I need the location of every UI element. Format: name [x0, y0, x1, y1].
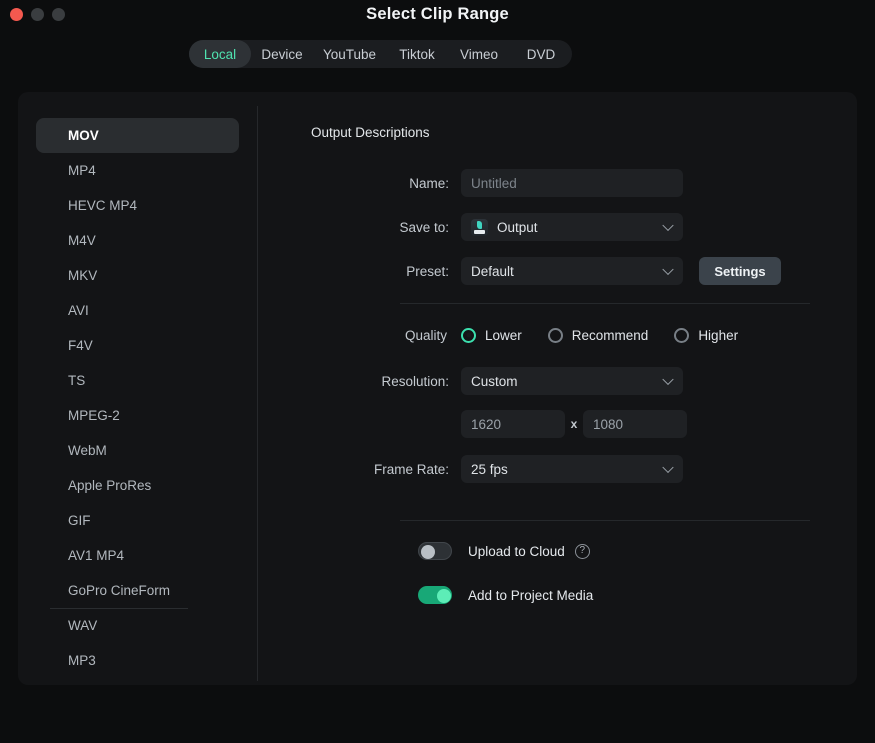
sidebar-item-mov[interactable]: MOV [36, 118, 239, 153]
form-divider-bottom [400, 520, 810, 521]
title-bar: Select Clip Range [0, 0, 875, 30]
sidebar-item-wav[interactable]: WAV [36, 608, 239, 643]
sidebar-item-webm[interactable]: WebM [36, 433, 239, 468]
sidebar-item-gopro-cineform[interactable]: GoPro CineForm [36, 573, 239, 608]
quality-option-lower[interactable]: Lower [461, 327, 522, 343]
width-input[interactable]: 1620 [461, 410, 565, 438]
save-to-label: Save to: [399, 219, 449, 235]
add-to-project-media-label: Add to Project Media [468, 587, 594, 603]
sidebar-item-mp3[interactable]: MP3 [36, 643, 239, 678]
radio-unselected-icon [547, 327, 563, 343]
quality-option-higher[interactable]: Higher [674, 327, 739, 343]
frame-rate-value: 25 fps [471, 461, 508, 477]
quality-option-lower-label: Lower [485, 327, 522, 343]
save-to-select[interactable]: Output [461, 213, 683, 241]
chevron-down-icon [662, 461, 674, 474]
export-dialog-window: Select Clip Range Local Device YouTube T… [0, 0, 875, 743]
settings-button[interactable]: Settings [699, 257, 781, 285]
footer-bar: Enable hardware acceleration for video e… [0, 685, 875, 743]
add-to-project-media-toggle[interactable] [418, 586, 452, 604]
sidebar-item-m4v[interactable]: M4V [36, 223, 239, 258]
chevron-down-icon [662, 263, 674, 276]
radio-selected-icon [461, 327, 476, 343]
tab-dvd[interactable]: DVD [510, 40, 572, 68]
quality-option-recommend-label: Recommend [571, 327, 649, 343]
sidebar-item-hevc-mp4[interactable]: HEVC MP4 [36, 188, 239, 223]
sidebar-item-mpeg-2[interactable]: MPEG-2 [36, 398, 239, 433]
tab-local[interactable]: Local [189, 40, 251, 68]
quality-label: Quality [404, 327, 447, 343]
preset-select[interactable]: Default [461, 257, 683, 285]
format-list-sidebar: MOV MP4 HEVC MP4 M4V MKV AVI F4V TS MPEG… [18, 92, 257, 685]
toggle-knob [437, 589, 451, 603]
source-tab-bar: Local Device YouTube Tiktok Vimeo DVD [189, 40, 573, 68]
upload-to-cloud-label: Upload to Cloud [468, 543, 565, 559]
frame-rate-row: Frame Rate: 25 fps [257, 454, 857, 484]
frame-rate-select[interactable]: 25 fps [461, 455, 683, 483]
sidebar-item-mp4[interactable]: MP4 [36, 153, 239, 188]
quality-option-recommend[interactable]: Recommend [547, 327, 649, 343]
sidebar-item-mkv[interactable]: MKV [36, 258, 239, 293]
frame-rate-label: Frame Rate: [373, 461, 449, 477]
output-folder-icon [471, 218, 488, 236]
dimension-inputs: 1620 x 1080 [461, 410, 687, 438]
save-to-value: Output [497, 219, 538, 235]
upload-to-cloud-row: Upload to Cloud ? [418, 542, 590, 560]
sidebar-item-avi[interactable]: AVI [36, 293, 239, 328]
chevron-down-icon [662, 219, 674, 232]
name-label: Name: [409, 175, 449, 191]
toggle-knob [421, 545, 435, 559]
page-title: Select Clip Range [366, 5, 509, 23]
form-divider-top [400, 303, 810, 304]
sidebar-item-av1-mp4[interactable]: AV1 MP4 [36, 538, 239, 573]
tab-youtube[interactable]: YouTube [313, 40, 386, 68]
sidebar-item-f4v[interactable]: F4V [36, 328, 239, 363]
name-row: Name: Untitled [257, 168, 857, 198]
add-to-project-media-row: Add to Project Media [418, 586, 593, 604]
main-panel: MOV MP4 HEVC MP4 M4V MKV AVI F4V TS MPEG… [18, 92, 857, 685]
sidebar-item-ts[interactable]: TS [36, 363, 239, 398]
sidebar-item-apple-prores[interactable]: Apple ProRes [36, 468, 239, 503]
name-input[interactable]: Untitled [461, 169, 683, 197]
help-icon[interactable]: ? [574, 543, 590, 559]
quality-row: Quality Lower Recommend Higher [257, 322, 857, 348]
preset-value: Default [471, 263, 514, 279]
upload-to-cloud-toggle[interactable] [418, 542, 452, 560]
resolution-select[interactable]: Custom [461, 367, 683, 395]
resolution-value: Custom [471, 373, 518, 389]
preset-label: Preset: [406, 263, 449, 279]
tab-tiktok[interactable]: Tiktok [386, 40, 448, 68]
chevron-down-icon [662, 373, 674, 386]
resolution-row: Resolution: Custom [257, 366, 857, 396]
form-section-title: Output Descriptions [311, 125, 430, 140]
tab-vimeo[interactable]: Vimeo [448, 40, 510, 68]
preset-row: Preset: Default Settings [257, 256, 857, 286]
sidebar-item-gif[interactable]: GIF [36, 503, 239, 538]
dimension-separator: x [570, 417, 578, 431]
save-to-row: Save to: Output [257, 212, 857, 242]
output-settings-form: Output Descriptions Name: Untitled Save … [257, 92, 857, 685]
quality-option-higher-label: Higher [698, 327, 739, 343]
height-input[interactable]: 1080 [583, 410, 687, 438]
radio-unselected-icon [674, 327, 690, 343]
tab-device[interactable]: Device [251, 40, 313, 68]
resolution-label: Resolution: [381, 373, 449, 389]
